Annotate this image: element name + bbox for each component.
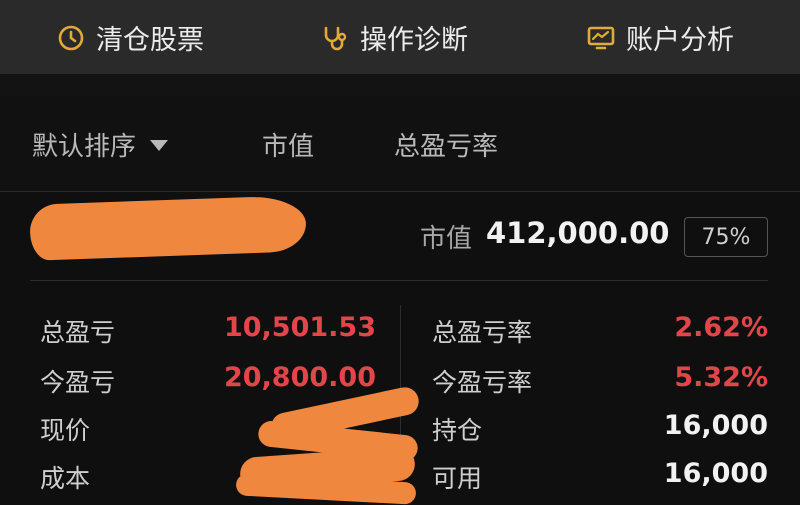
divider xyxy=(400,305,401,455)
position-label: 持仓 xyxy=(432,416,483,445)
tab-cleared-stocks[interactable]: 清仓股票 xyxy=(56,18,204,57)
tab-account-analysis[interactable]: 账户分析 xyxy=(586,18,734,57)
total-pl-value: 10,501.53 xyxy=(223,312,376,343)
today-pl-rate-value: 5.32% xyxy=(674,362,768,393)
monitor-chart-icon xyxy=(587,26,615,49)
today-pl-rate-label: 今盈亏率 xyxy=(432,368,533,397)
total-pl-label: 总盈亏 xyxy=(40,318,116,347)
market-value-label: 市值 xyxy=(420,224,473,254)
tab-label: 清仓股票 xyxy=(96,25,204,56)
cost-label: 成本 xyxy=(40,464,91,493)
current-price-label: 现价 xyxy=(40,416,91,445)
sort-default-label: 默认排序 xyxy=(32,132,137,162)
total-pl-rate-value: 2.62% xyxy=(674,312,768,343)
market-value: 412,000.00 xyxy=(486,216,670,250)
sort-total-pl-rate[interactable]: 总盈亏率 xyxy=(394,126,498,163)
tab-operation-diagnosis[interactable]: 操作诊断 xyxy=(320,18,468,57)
position-value: 16,000 xyxy=(663,410,768,441)
sort-bar: 默认排序 市值 总盈亏率 xyxy=(0,96,800,192)
available-label: 可用 xyxy=(432,464,483,493)
divider xyxy=(30,280,768,281)
sort-market-value[interactable]: 市值 xyxy=(262,126,314,163)
total-pl-rate-label: 总盈亏率 xyxy=(432,318,533,347)
available-value: 16,000 xyxy=(663,458,768,489)
tab-label: 账户分析 xyxy=(626,25,734,56)
top-tab-bar: 清仓股票 操作诊断 账户分析 xyxy=(0,0,800,74)
clock-icon xyxy=(58,25,84,50)
today-pl-value: 20,800.00 xyxy=(223,362,376,393)
caret-down-icon xyxy=(150,140,169,151)
sort-market-value-label: 市值 xyxy=(262,132,315,162)
redacted-stock-name xyxy=(29,195,307,261)
sort-total-pl-rate-label: 总盈亏率 xyxy=(394,132,499,162)
today-pl-label: 今盈亏 xyxy=(40,368,116,397)
tab-label: 操作诊断 xyxy=(360,25,468,56)
sort-default-dropdown[interactable]: 默认排序 xyxy=(32,126,169,163)
position-percent-badge: 75% xyxy=(684,217,768,257)
separator-band xyxy=(0,74,800,96)
stethoscope-icon xyxy=(324,26,347,50)
